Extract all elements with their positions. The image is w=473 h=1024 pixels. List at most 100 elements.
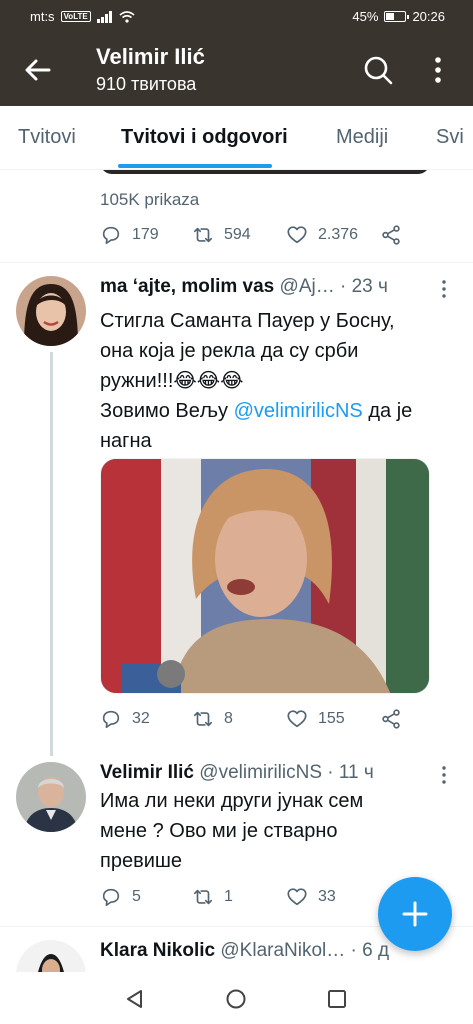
tweet-photo[interactable] bbox=[100, 458, 430, 694]
retweet-button[interactable]: 1 bbox=[192, 886, 233, 908]
tab-tweets-and-replies[interactable]: Tvitovi i odgovori bbox=[121, 126, 288, 149]
retweet-icon bbox=[193, 889, 213, 905]
like-button[interactable]: 2.376 bbox=[286, 224, 358, 246]
avatar[interactable] bbox=[16, 276, 86, 346]
profile-name: Velimir Ilić bbox=[96, 44, 205, 69]
carrier-label: mt:s bbox=[30, 9, 55, 24]
photo-woman-speaking-icon bbox=[101, 459, 429, 693]
reply-count: 32 bbox=[132, 710, 150, 727]
system-navigation-bar bbox=[0, 972, 473, 1024]
author-name[interactable]: Klara Nikolic bbox=[100, 940, 215, 961]
avatar[interactable] bbox=[16, 762, 86, 832]
tweet-text: Има ли неки други јунак сем мене ? Ово м… bbox=[100, 786, 440, 876]
share-icon bbox=[382, 709, 400, 729]
retweet-count: 8 bbox=[224, 710, 233, 727]
tweet-text-line: она која је рекла да су срби bbox=[100, 340, 359, 362]
tweet-actions: 5 1 33 bbox=[100, 886, 420, 910]
tweet-text-fragment: да је bbox=[362, 400, 413, 422]
more-vertical-icon[interactable] bbox=[424, 54, 452, 86]
tweet-text-line: Зовимо Вељу @velimirilicNS да је bbox=[100, 396, 440, 426]
back-arrow-icon[interactable] bbox=[22, 54, 54, 86]
share-icon bbox=[382, 225, 400, 245]
mention-link[interactable]: @velimirilicNS bbox=[234, 400, 363, 422]
plus-icon bbox=[402, 901, 428, 927]
retweet-icon bbox=[193, 227, 213, 243]
wifi-icon bbox=[119, 10, 135, 23]
author-name[interactable]: Velimir Ilić bbox=[100, 762, 194, 783]
reply-button[interactable]: 179 bbox=[100, 224, 159, 246]
author-handle[interactable]: @Aj… bbox=[280, 276, 335, 297]
avatar-woman-icon bbox=[16, 940, 86, 972]
tweet-count: 910 твитова bbox=[96, 74, 197, 94]
reply-count: 5 bbox=[132, 888, 141, 905]
signal-icon bbox=[96, 10, 112, 23]
volte-badge: VoLTE bbox=[60, 11, 91, 22]
like-count: 2.376 bbox=[318, 226, 359, 243]
clock: 20:26 bbox=[412, 9, 445, 24]
tweet-text-line: Има ли неки други јунак сем bbox=[100, 790, 364, 812]
like-count: 33 bbox=[318, 888, 336, 905]
tweet-time: · 11 ч bbox=[327, 762, 374, 783]
more-options-icon[interactable] bbox=[440, 764, 448, 786]
nav-home-icon[interactable] bbox=[225, 988, 247, 1010]
avatar-man-icon bbox=[16, 762, 86, 832]
tab-likes[interactable]: Svi bbox=[436, 126, 464, 149]
tab-media[interactable]: Mediji bbox=[336, 126, 388, 149]
tweet-text-line: нагна bbox=[100, 430, 152, 452]
tweet-header: Klara Nikolic @KlaraNikol… · 6 д bbox=[100, 940, 440, 962]
reply-icon bbox=[102, 710, 120, 729]
author-name[interactable]: ma ‘ajte, molim vas bbox=[100, 276, 274, 297]
tweet-text-line: Стигла Саманта Пауер у Босну, bbox=[100, 310, 395, 332]
status-bar: mt:s VoLTE 45% 20:26 bbox=[0, 0, 473, 34]
heart-icon bbox=[287, 888, 307, 906]
heart-icon bbox=[287, 226, 307, 244]
tweet-actions: 32 8 155 bbox=[100, 708, 420, 732]
app-bar: Velimir Ilić 910 твитова bbox=[0, 34, 473, 106]
tweet-header: Velimir Ilić @velimirilicNS · 11 ч bbox=[100, 762, 440, 784]
tweet-time: · 23 ч bbox=[340, 276, 388, 297]
previous-tweet-media[interactable] bbox=[100, 170, 430, 174]
search-icon[interactable] bbox=[362, 54, 394, 86]
tweet-header: ma ‘ajte, molim vas @Aj… · 23 ч bbox=[100, 276, 440, 298]
thread-line bbox=[50, 352, 53, 756]
battery-percent: 45% bbox=[352, 9, 379, 24]
divider bbox=[0, 262, 473, 263]
tweet-text-line: ружни!!!😂😂😂 bbox=[100, 370, 244, 392]
tweet-text: Стигла Саманта Пауер у Босну, она која ј… bbox=[100, 306, 440, 456]
share-button[interactable] bbox=[380, 708, 402, 730]
compose-tweet-button[interactable] bbox=[378, 877, 452, 951]
retweet-button[interactable]: 8 bbox=[192, 708, 233, 730]
author-handle[interactable]: @KlaraNikol… bbox=[220, 940, 345, 961]
tweet-text-line: превише bbox=[100, 850, 183, 872]
tweet-time: · 6 д bbox=[350, 940, 390, 961]
reply-icon bbox=[102, 226, 120, 245]
nav-recents-icon[interactable] bbox=[326, 988, 348, 1010]
view-count: 105K prikaza bbox=[100, 190, 200, 209]
avatar[interactable] bbox=[16, 940, 86, 972]
timeline[interactable]: 105K prikaza 179 594 2.376 ma ‘ajte, mol… bbox=[0, 170, 473, 972]
share-button[interactable] bbox=[380, 224, 402, 246]
profile-tabs: Tvitovi Tvitovi i odgovori Mediji Svi bbox=[0, 106, 473, 170]
more-options-icon[interactable] bbox=[440, 278, 448, 300]
like-button[interactable]: 155 bbox=[286, 708, 345, 730]
reply-icon bbox=[102, 888, 120, 907]
avatar-woman-icon bbox=[16, 276, 86, 346]
retweet-count: 594 bbox=[224, 226, 251, 243]
retweet-button[interactable]: 594 bbox=[192, 224, 251, 246]
active-tab-indicator bbox=[118, 164, 272, 168]
retweet-icon bbox=[193, 711, 213, 727]
reply-count: 179 bbox=[132, 226, 159, 243]
battery-icon bbox=[384, 11, 410, 22]
tab-tweets[interactable]: Tvitovi bbox=[18, 126, 76, 149]
previous-tweet-actions: 179 594 2.376 bbox=[100, 224, 420, 248]
heart-icon bbox=[287, 710, 307, 728]
author-handle[interactable]: @velimirilicNS bbox=[199, 762, 322, 783]
like-count: 155 bbox=[318, 710, 345, 727]
reply-button[interactable]: 32 bbox=[100, 708, 150, 730]
nav-back-icon[interactable] bbox=[124, 988, 146, 1010]
like-button[interactable]: 33 bbox=[286, 886, 336, 908]
reply-button[interactable]: 5 bbox=[100, 886, 141, 908]
retweet-count: 1 bbox=[224, 888, 233, 905]
tweet-text-fragment: Зовимо Вељу bbox=[100, 400, 234, 422]
tweet-text-line: мене ? Ово ми је стварно bbox=[100, 820, 338, 842]
